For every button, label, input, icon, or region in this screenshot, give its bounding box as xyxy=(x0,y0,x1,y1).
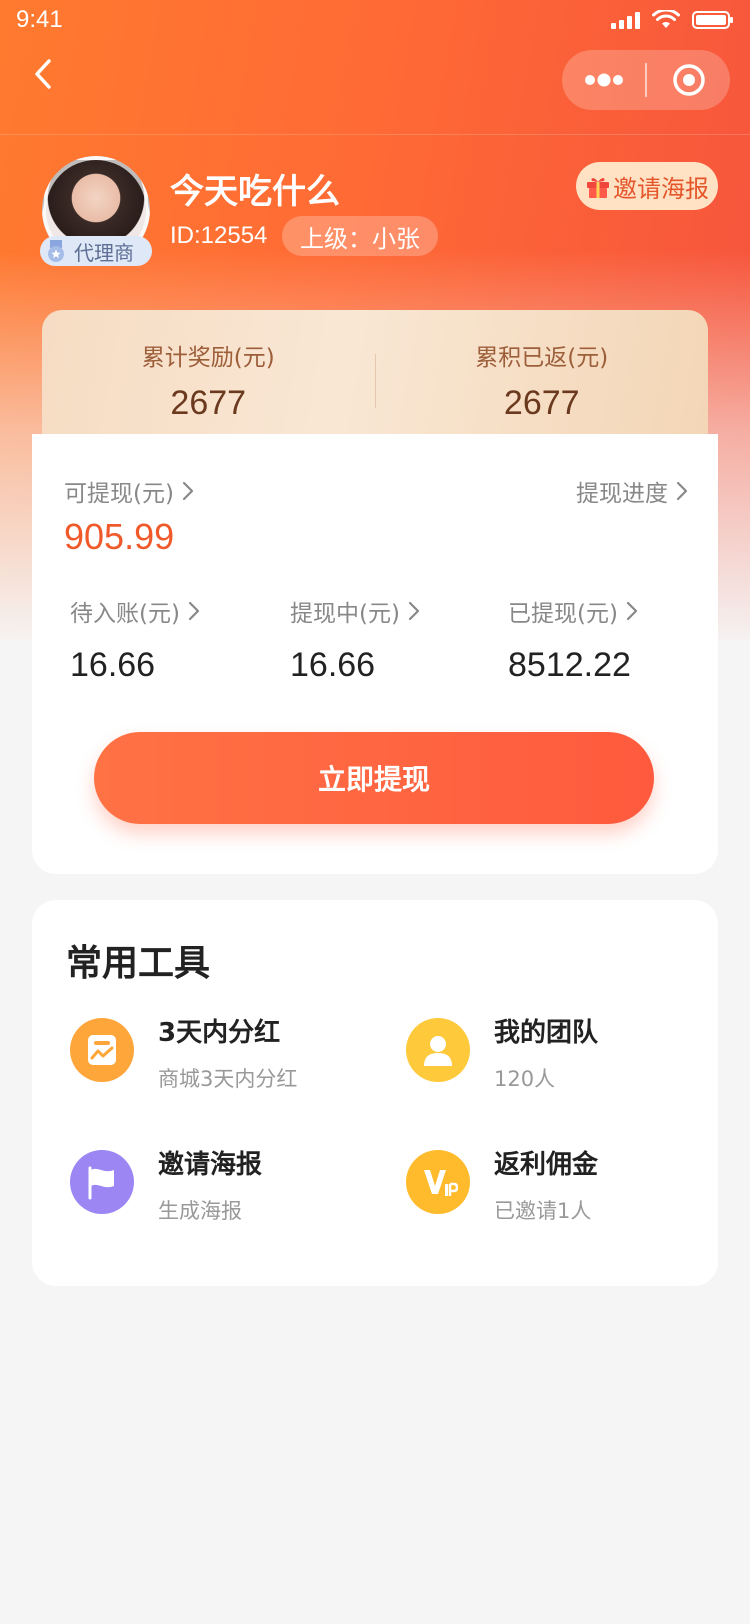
withdrawing-value: 16.66 xyxy=(290,646,376,684)
gift-icon xyxy=(587,178,609,198)
tool-commission-text: 返利佣金 已邀请1人 xyxy=(494,1144,598,1225)
pending-link[interactable]: 待入账(元) xyxy=(70,594,200,628)
available-amount: 905.99 xyxy=(64,516,175,557)
status-bar: 9:41 xyxy=(0,0,750,40)
withdrawing-stat: 提现中(元) 16.66 xyxy=(290,594,420,685)
avatar-wrap: 代理商 xyxy=(40,156,152,266)
chevron-left-icon xyxy=(35,59,51,89)
chevron-right-icon xyxy=(408,601,420,621)
tool-subtitle: 已邀请1人 xyxy=(494,1199,592,1223)
wifi-icon xyxy=(652,10,680,28)
withdrawn-value: 8512.22 xyxy=(508,646,631,684)
tools-card: 常用工具 3天内分红 商城3天内分红 我的团队 120人 邀请海报 生成海报 返… xyxy=(32,900,718,1286)
withdraw-progress-link[interactable]: 提现进度 xyxy=(576,474,688,508)
chevron-right-icon xyxy=(676,481,688,501)
withdrawn-stat: 已提现(元) 8512.22 xyxy=(508,594,638,685)
tool-title: 我的团队 xyxy=(494,1018,599,1048)
tool-dividend-text: 3天内分红 商城3天内分红 xyxy=(158,1012,297,1093)
total-reward-value: 2677 xyxy=(170,384,247,422)
returned-reward-value: 2677 xyxy=(503,384,580,422)
withdrawn-label: 已提现(元) xyxy=(508,601,618,627)
close-miniprogram-button[interactable] xyxy=(647,50,730,110)
chevron-right-icon xyxy=(626,601,638,621)
medal-icon xyxy=(44,239,68,263)
returned-reward: 累积已返(元) 2677 xyxy=(376,338,709,440)
tool-title: 3天内分红 xyxy=(158,1018,281,1048)
battery-icon xyxy=(692,11,733,29)
pending-stat: 待入账(元) 16.66 xyxy=(70,594,200,685)
tool-team[interactable]: 我的团队 120人 xyxy=(406,1012,706,1093)
withdrawing-link[interactable]: 提现中(元) xyxy=(290,594,420,628)
status-time: 9:41 xyxy=(16,6,63,33)
flag-icon xyxy=(70,1150,134,1214)
tool-commission[interactable]: 返利佣金 已邀请1人 xyxy=(406,1144,706,1225)
withdraw-progress-label: 提现进度 xyxy=(576,481,668,507)
tool-title: 返利佣金 xyxy=(494,1150,599,1180)
returned-reward-label: 累积已返(元) xyxy=(475,345,609,371)
agent-badge: 代理商 xyxy=(40,236,152,266)
available-link[interactable]: 可提现(元) xyxy=(64,474,194,508)
tool-subtitle: 商城3天内分红 xyxy=(158,1067,298,1091)
target-circle-icon xyxy=(672,64,705,96)
team-person-icon xyxy=(406,1018,470,1082)
total-reward-label: 累计奖励(元) xyxy=(141,345,275,371)
tool-invite-text: 邀请海报 生成海报 xyxy=(158,1144,262,1225)
withdrawn-link[interactable]: 已提现(元) xyxy=(508,594,638,628)
invite-poster-button[interactable]: 邀请海报 xyxy=(576,162,718,210)
pending-label: 待入账(元) xyxy=(70,601,180,627)
withdrawing-label: 提现中(元) xyxy=(290,601,400,627)
more-button[interactable] xyxy=(562,50,645,110)
chevron-right-icon xyxy=(182,481,194,501)
superior-tag: 上级：小张 xyxy=(282,216,438,256)
tool-team-text: 我的团队 120人 xyxy=(494,1012,598,1093)
miniprogram-capsule xyxy=(562,50,730,110)
dividend-chart-icon xyxy=(70,1018,134,1082)
tool-subtitle: 120人 xyxy=(494,1067,556,1091)
available-label: 可提现(元) xyxy=(64,481,174,507)
signal-icon xyxy=(611,11,640,29)
invite-poster-label: 邀请海报 xyxy=(613,174,709,203)
badge-label: 代理商 xyxy=(74,240,134,265)
user-id: ID:12554 xyxy=(170,222,268,249)
pending-value: 16.66 xyxy=(70,646,156,684)
chevron-right-icon xyxy=(188,601,200,621)
back-button[interactable] xyxy=(26,52,60,96)
more-dots-icon xyxy=(584,73,623,87)
reward-summary-card: 累计奖励(元) 2677 累积已返(元) 2677 xyxy=(42,310,708,440)
withdraw-now-button[interactable]: 立即提现 xyxy=(94,732,654,824)
nav-divider xyxy=(0,134,750,135)
tool-subtitle: 生成海报 xyxy=(158,1199,242,1223)
tool-invite-poster[interactable]: 邀请海报 生成海报 xyxy=(70,1144,370,1225)
status-icons xyxy=(611,10,733,30)
vip-icon xyxy=(406,1150,470,1214)
tools-title: 常用工具 xyxy=(66,943,211,984)
tool-title: 邀请海报 xyxy=(158,1150,263,1180)
balance-card: 可提现(元) 提现进度 905.99 待入账(元) 16.66 提现中(元) 1… xyxy=(32,434,718,874)
tool-dividend[interactable]: 3天内分红 商城3天内分红 xyxy=(70,1012,370,1093)
user-name: 今天吃什么 xyxy=(170,172,340,212)
total-reward: 累计奖励(元) 2677 xyxy=(42,338,375,440)
